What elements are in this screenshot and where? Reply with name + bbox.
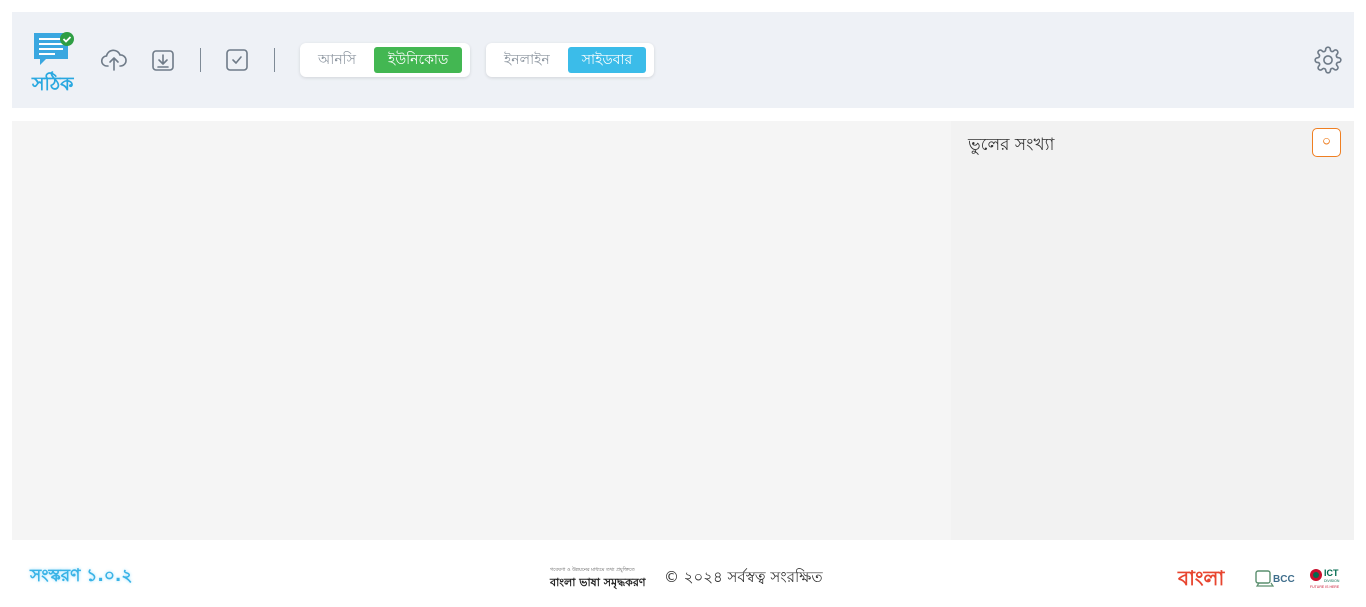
settings-button[interactable] (1314, 46, 1342, 74)
svg-text:DIVISION: DIVISION (1324, 579, 1340, 583)
app-name: সঠিক (32, 73, 74, 95)
copyright-text: © ২০২৪ সর্বস্বত্ব সংরক্ষিত (664, 568, 823, 586)
svg-text:BCC: BCC (1273, 574, 1295, 585)
error-count-badge: ০ (1312, 128, 1341, 157)
bangla-logo: বাংলা (1178, 566, 1225, 590)
bcc-logo: BCC (1255, 568, 1299, 592)
ict-division-logo: ICT DIVISION FUTURE IS HERE (1309, 566, 1343, 594)
divider (200, 48, 201, 72)
checkbox-check-icon (226, 49, 248, 71)
bvs-title: বাংলা ভাষা সমৃদ্ধকরণ (550, 576, 646, 589)
view-toggle: ইনলাইন সাইডবার (486, 43, 654, 77)
upload-button[interactable] (100, 46, 128, 74)
error-sidebar: ভুলের সংখ্যা ০ (951, 121, 1354, 540)
app-logo-icon (32, 30, 82, 74)
divider (274, 48, 275, 72)
check-button[interactable] (223, 46, 251, 74)
view-option-inline[interactable]: ইনলাইন (490, 47, 564, 73)
download-icon (152, 50, 174, 71)
svg-text:ICT: ICT (1324, 568, 1339, 578)
cloud-upload-icon (100, 49, 127, 71)
encoding-toggle: আনসি ইউনিকোড (300, 43, 470, 77)
gear-icon (1314, 46, 1342, 74)
view-option-sidebar[interactable]: সাইডবার (567, 47, 647, 73)
error-count-label: ভুলের সংখ্যা (968, 135, 1055, 155)
download-button[interactable] (149, 46, 177, 74)
toolbar: সঠিক আনসি ইউনিকোড ইনলাইন সাইডবার (12, 12, 1354, 108)
encoding-option-ansi[interactable]: আনসি (304, 47, 370, 73)
text-editor[interactable] (12, 121, 951, 540)
version-label: সংস্করণ ১.০.২ (30, 566, 133, 586)
svg-text:FUTURE IS HERE: FUTURE IS HERE (1310, 585, 1340, 589)
encoding-option-unicode[interactable]: ইউনিকোড (373, 47, 463, 73)
